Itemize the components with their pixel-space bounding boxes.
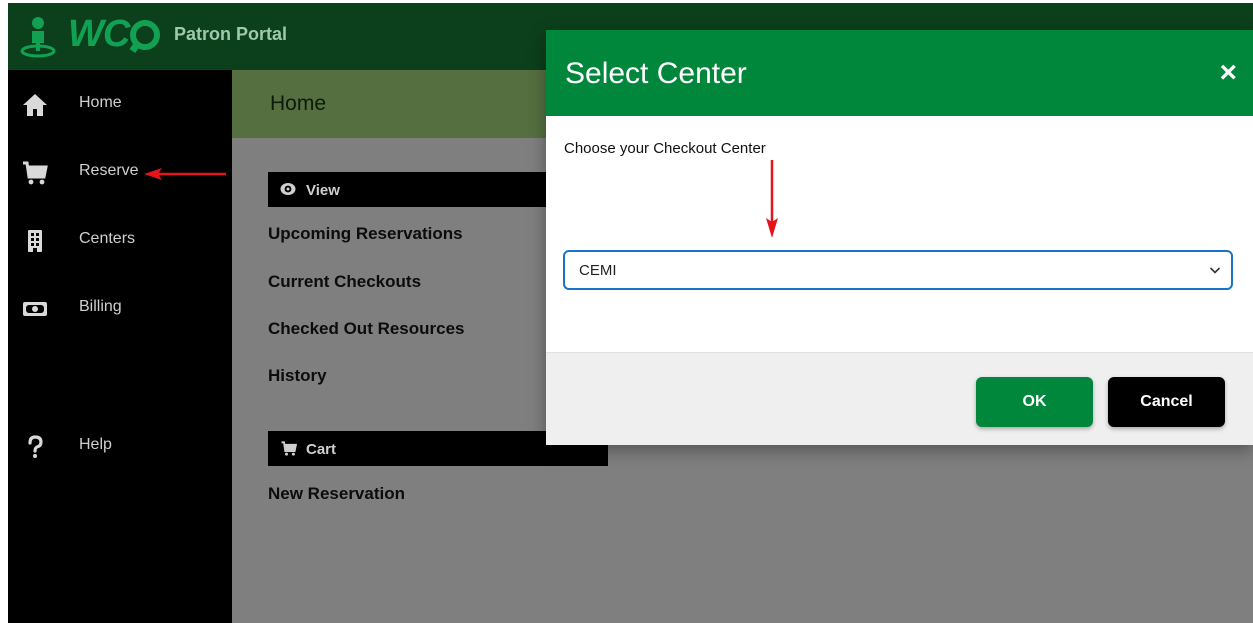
new-reservation-link[interactable]: New Reservation xyxy=(268,484,405,504)
sidebar-item-help[interactable]: Help xyxy=(8,426,232,466)
history-link[interactable]: History xyxy=(268,366,327,386)
checkout-center-select[interactable]: CEMI xyxy=(563,250,1233,290)
checkout-center-label: Choose your Checkout Center xyxy=(564,140,766,157)
page-title: Home xyxy=(270,92,327,115)
portal-title: Patron Portal xyxy=(174,24,288,44)
app-window: WC Patron Portal Home Reserve Centers Bi… xyxy=(8,3,1253,623)
cart-section-label: Cart xyxy=(306,441,337,458)
checked-out-resources-link[interactable]: Checked Out Resources xyxy=(268,319,465,339)
modal-header: Select Center × xyxy=(546,30,1253,116)
cart-icon xyxy=(23,161,48,185)
sidebar-item-label: Home xyxy=(79,94,122,111)
sidebar-item-label: Centers xyxy=(79,230,136,247)
sidebar-item-label: Reserve xyxy=(79,162,139,179)
question-icon xyxy=(28,435,43,458)
logo: WC xyxy=(68,13,161,56)
chevron-down-icon xyxy=(1209,267,1221,274)
home-icon xyxy=(23,94,47,116)
close-icon[interactable]: × xyxy=(1219,58,1237,88)
modal-title: Select Center xyxy=(565,57,747,90)
building-icon xyxy=(28,230,42,252)
cart-icon xyxy=(281,441,298,456)
person-location-icon xyxy=(20,17,56,58)
select-center-modal: Select Center × Choose your Checkout Cen… xyxy=(546,30,1253,445)
view-section-label: View xyxy=(306,182,340,199)
select-value: CEMI xyxy=(579,262,617,279)
modal-footer: OK Cancel xyxy=(546,352,1253,445)
annotation-arrow-reserve xyxy=(144,168,226,180)
money-icon xyxy=(23,302,47,316)
sidebar: Home Reserve Centers Billing Help xyxy=(8,70,232,623)
current-checkouts-link[interactable]: Current Checkouts xyxy=(268,272,421,292)
sidebar-item-centers[interactable]: Centers xyxy=(8,220,232,260)
logo-text: WC xyxy=(68,13,130,55)
sidebar-item-billing[interactable]: Billing xyxy=(8,288,232,328)
sidebar-item-label: Billing xyxy=(79,298,122,315)
upcoming-reservations-link[interactable]: Upcoming Reservations xyxy=(268,224,463,244)
modal-body: Choose your Checkout Center CEMI xyxy=(546,116,1253,352)
eye-icon xyxy=(280,183,296,195)
sidebar-item-label: Help xyxy=(79,436,112,453)
cancel-button[interactable]: Cancel xyxy=(1108,377,1225,427)
annotation-arrow-select xyxy=(766,160,778,238)
sidebar-item-home[interactable]: Home xyxy=(8,84,232,124)
logo-o-icon xyxy=(130,20,161,50)
ok-button[interactable]: OK xyxy=(976,377,1093,427)
